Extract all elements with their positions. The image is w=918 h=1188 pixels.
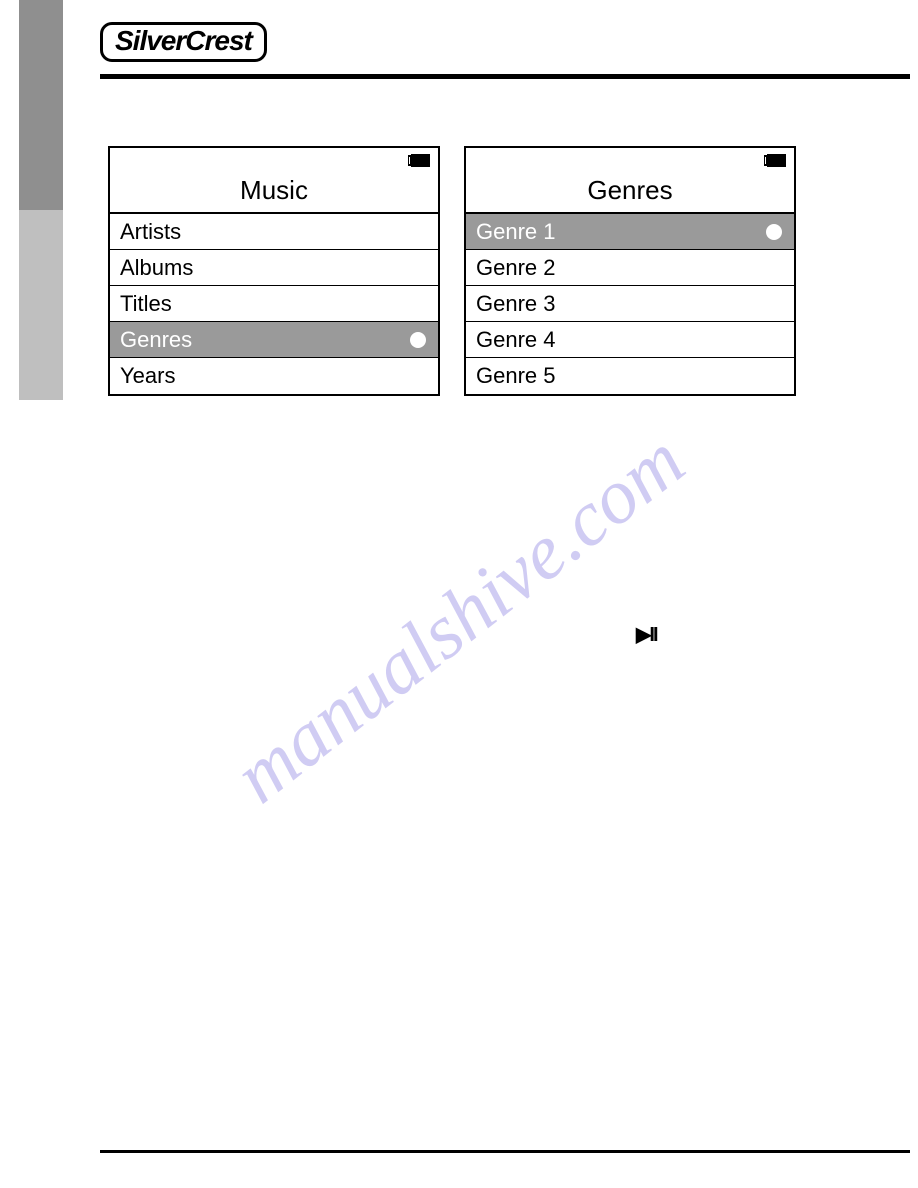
- footer-rule: [100, 1150, 910, 1153]
- watermark-text: manualshive.com: [217, 415, 701, 821]
- screen-genres-header: Genres: [466, 148, 794, 214]
- genre-item-1[interactable]: Genre 1: [466, 214, 794, 250]
- screen-music: Music Artists Albums Titles Genres Years: [108, 146, 440, 396]
- header-rule: [100, 74, 910, 79]
- screen-music-title: Music: [240, 175, 308, 206]
- genre-item-3[interactable]: Genre 3: [466, 286, 794, 322]
- brand-logo-text: SilverCrest: [100, 22, 267, 62]
- genre-item-2[interactable]: Genre 2: [466, 250, 794, 286]
- screen-genres: Genres Genre 1 Genre 2 Genre 3 Genre 4 G…: [464, 146, 796, 396]
- screen-music-header: Music: [110, 148, 438, 214]
- side-tab-light: [19, 210, 63, 400]
- side-tab: [19, 0, 63, 400]
- selection-indicator-icon: [410, 332, 426, 348]
- menu-item-albums[interactable]: Albums: [110, 250, 438, 286]
- side-tab-dark: [19, 0, 63, 210]
- genre-item-4[interactable]: Genre 4: [466, 322, 794, 358]
- brand-logo: SilverCrest: [100, 22, 267, 62]
- battery-icon: [408, 154, 430, 167]
- menu-item-label: Years: [120, 363, 175, 389]
- genre-item-label: Genre 4: [476, 327, 556, 353]
- genre-item-label: Genre 5: [476, 363, 556, 389]
- genre-item-label: Genre 3: [476, 291, 556, 317]
- menu-item-label: Titles: [120, 291, 172, 317]
- play-pause-icon: ▶II: [636, 622, 657, 647]
- screens-row: Music Artists Albums Titles Genres Years…: [108, 146, 796, 396]
- menu-item-titles[interactable]: Titles: [110, 286, 438, 322]
- screen-genres-title: Genres: [587, 175, 672, 206]
- menu-item-artists[interactable]: Artists: [110, 214, 438, 250]
- selection-indicator-icon: [766, 224, 782, 240]
- menu-item-label: Artists: [120, 219, 181, 245]
- genre-item-label: Genre 1: [476, 219, 556, 245]
- menu-item-years[interactable]: Years: [110, 358, 438, 394]
- menu-item-label: Genres: [120, 327, 192, 353]
- genre-item-label: Genre 2: [476, 255, 556, 281]
- battery-icon: [764, 154, 786, 167]
- menu-item-genres[interactable]: Genres: [110, 322, 438, 358]
- menu-item-label: Albums: [120, 255, 193, 281]
- genre-item-5[interactable]: Genre 5: [466, 358, 794, 394]
